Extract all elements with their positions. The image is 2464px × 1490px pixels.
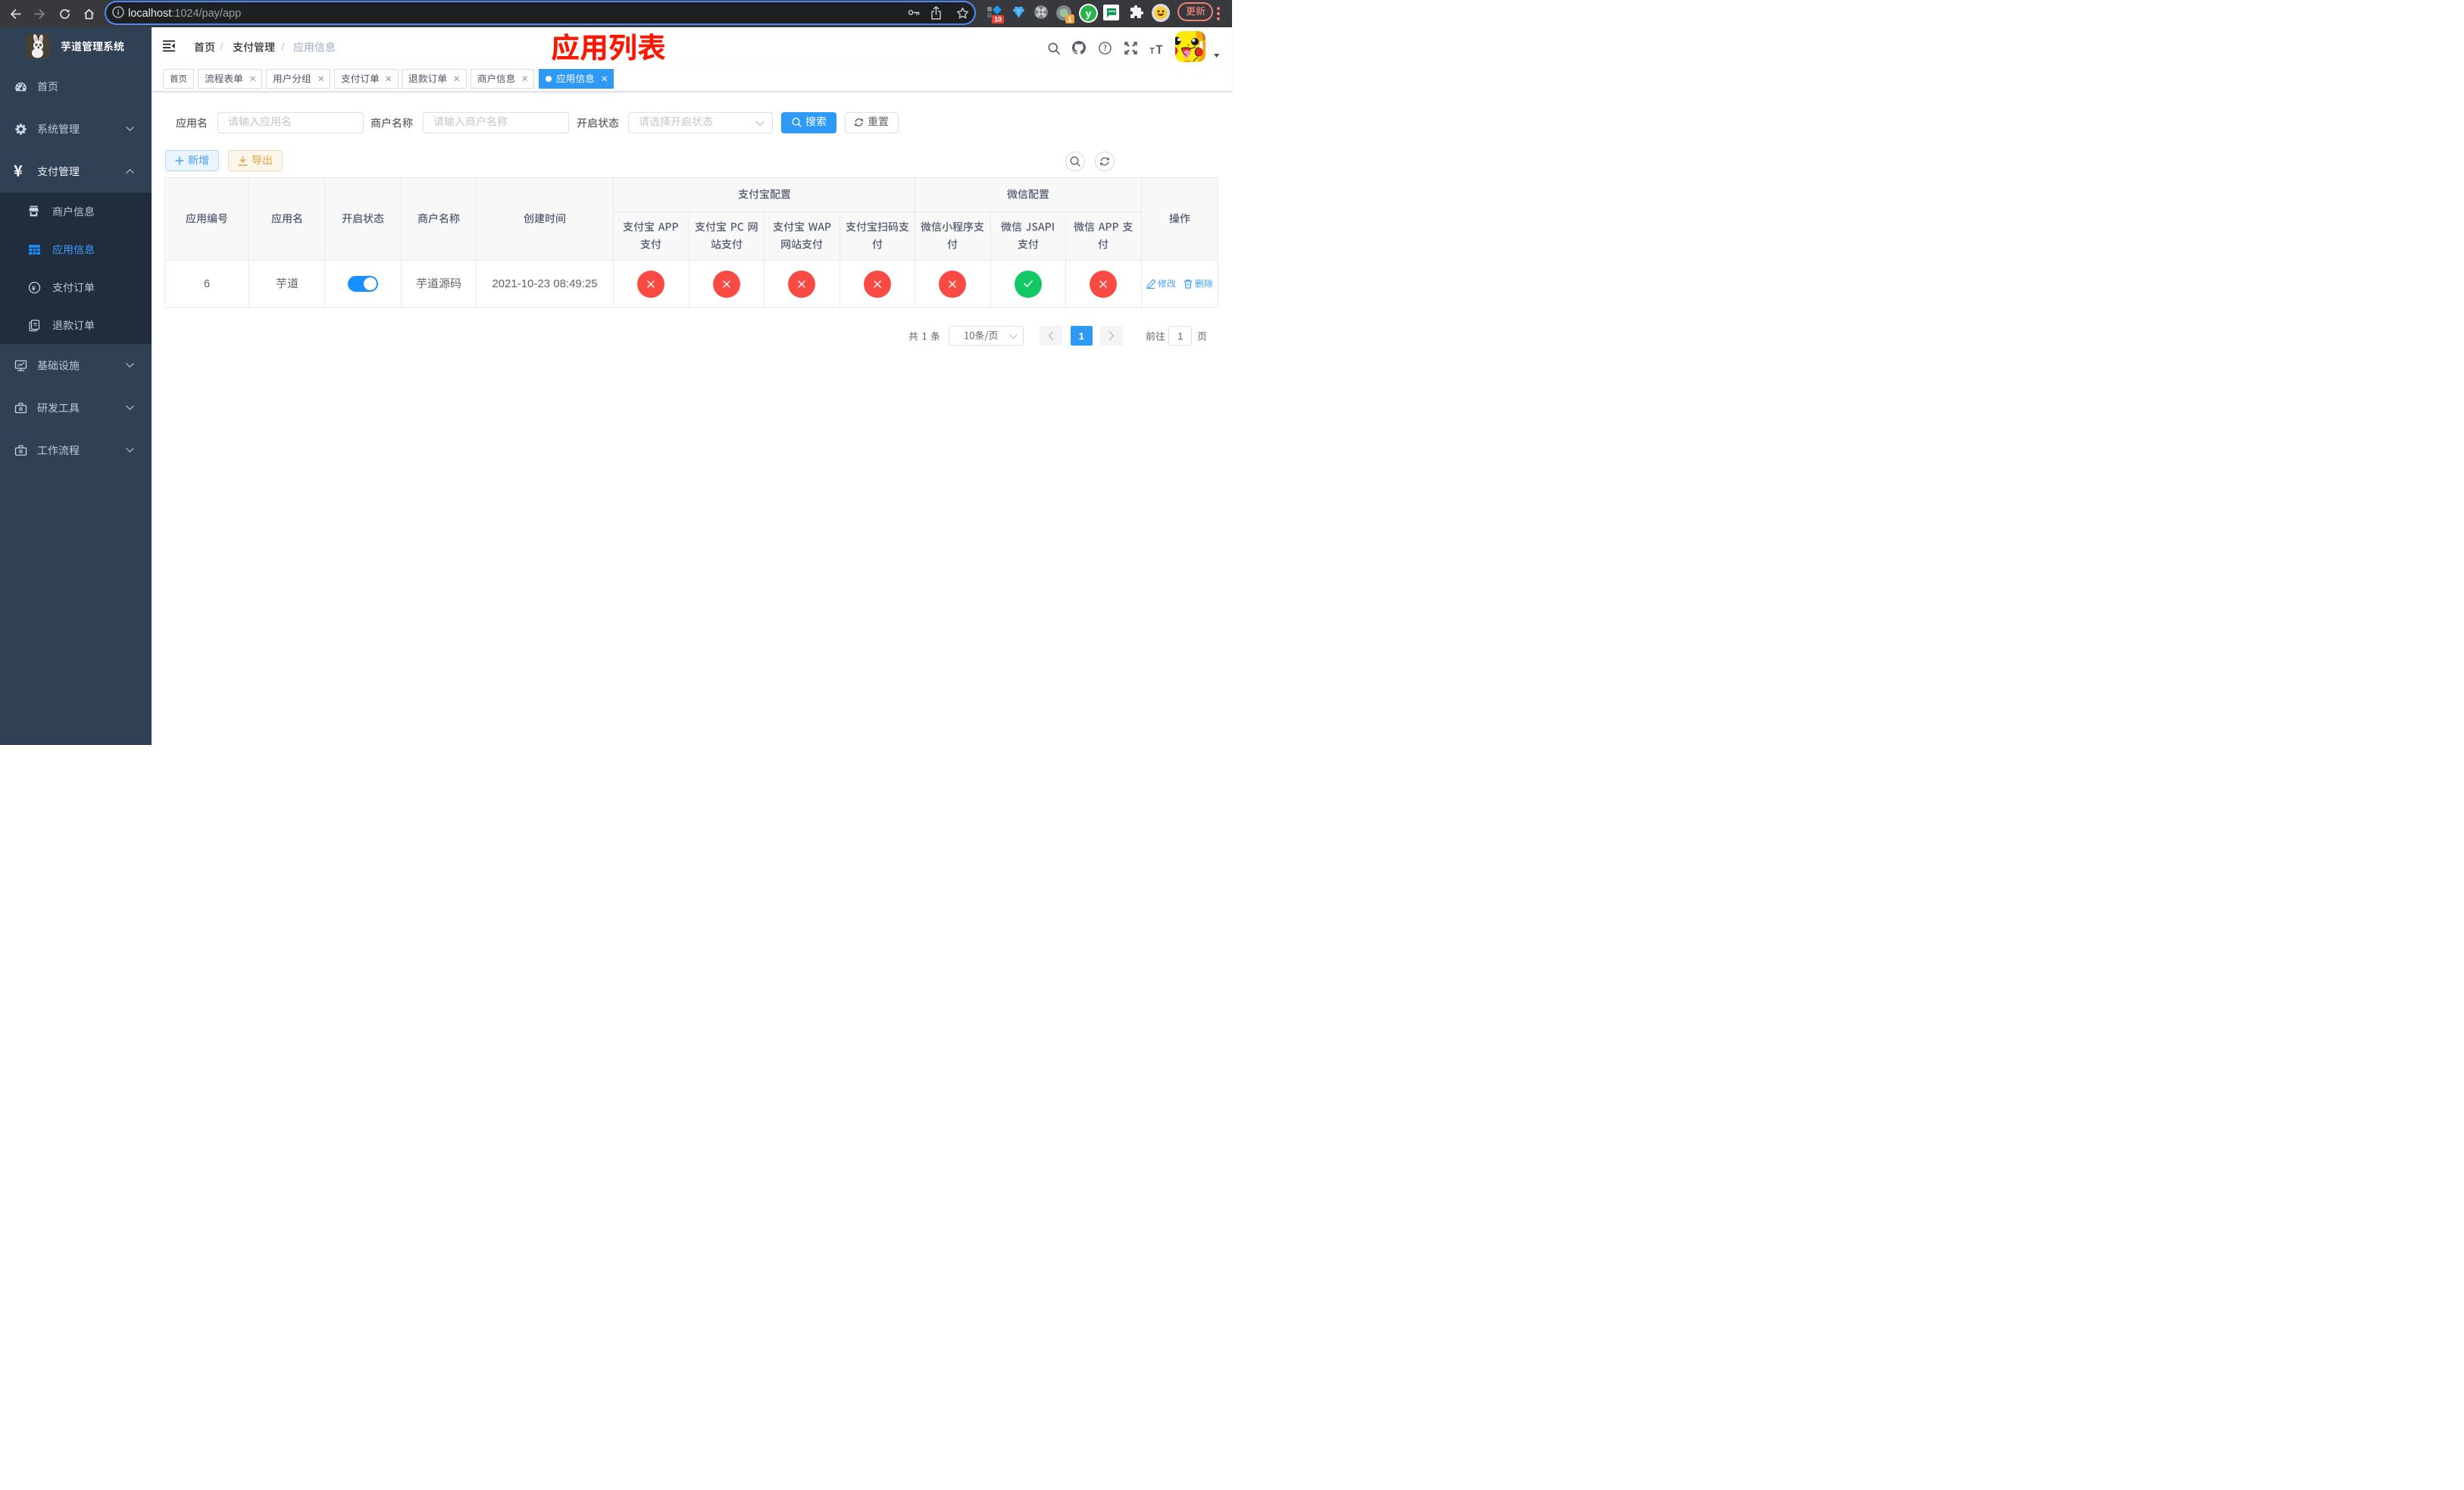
- svg-text:y: y: [1086, 8, 1092, 20]
- svg-text:10: 10: [994, 16, 1002, 23]
- svg-text:1: 1: [1068, 16, 1072, 24]
